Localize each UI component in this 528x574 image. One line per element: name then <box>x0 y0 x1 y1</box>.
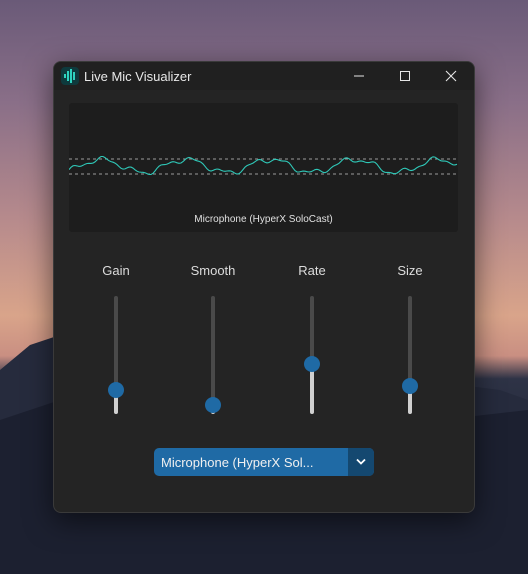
minimize-icon <box>354 75 364 77</box>
waveform-app-icon <box>61 67 79 85</box>
slider-gain[interactable]: Gain <box>86 263 146 423</box>
slider-rate[interactable]: Rate <box>282 263 342 423</box>
slider-label: Size <box>397 263 423 278</box>
slider-handle[interactable] <box>108 382 124 399</box>
slider-smooth[interactable]: Smooth <box>183 263 243 423</box>
window-title: Live Mic Visualizer <box>84 69 192 84</box>
slider-handle[interactable] <box>402 377 418 394</box>
slider-size[interactable]: Size <box>380 263 440 423</box>
slider-handle[interactable] <box>205 396 221 413</box>
slider-label: Gain <box>102 263 130 278</box>
waveform-canvas <box>69 155 458 176</box>
maximize-icon <box>400 71 410 81</box>
device-select[interactable]: Microphone (HyperX Sol... <box>154 448 374 476</box>
slider-label: Smooth <box>190 263 236 278</box>
close-button[interactable] <box>428 62 474 90</box>
chevron-down-icon <box>356 458 366 465</box>
device-select-value: Microphone (HyperX Sol... <box>161 455 314 470</box>
device-select-dropdown-button[interactable] <box>348 448 374 476</box>
maximize-button[interactable] <box>382 62 428 90</box>
close-icon <box>445 70 457 82</box>
visualizer-device-label: Microphone (HyperX SoloCast) <box>194 214 333 225</box>
app-window: Live Mic Visualizer Microphone (HyperX S… <box>53 61 475 513</box>
minimize-button[interactable] <box>336 62 382 90</box>
waveform-visualizer: Microphone (HyperX SoloCast) <box>69 103 458 232</box>
slider-label: Rate <box>298 263 326 278</box>
slider-handle[interactable] <box>304 356 320 373</box>
title-bar[interactable]: Live Mic Visualizer <box>54 62 474 90</box>
